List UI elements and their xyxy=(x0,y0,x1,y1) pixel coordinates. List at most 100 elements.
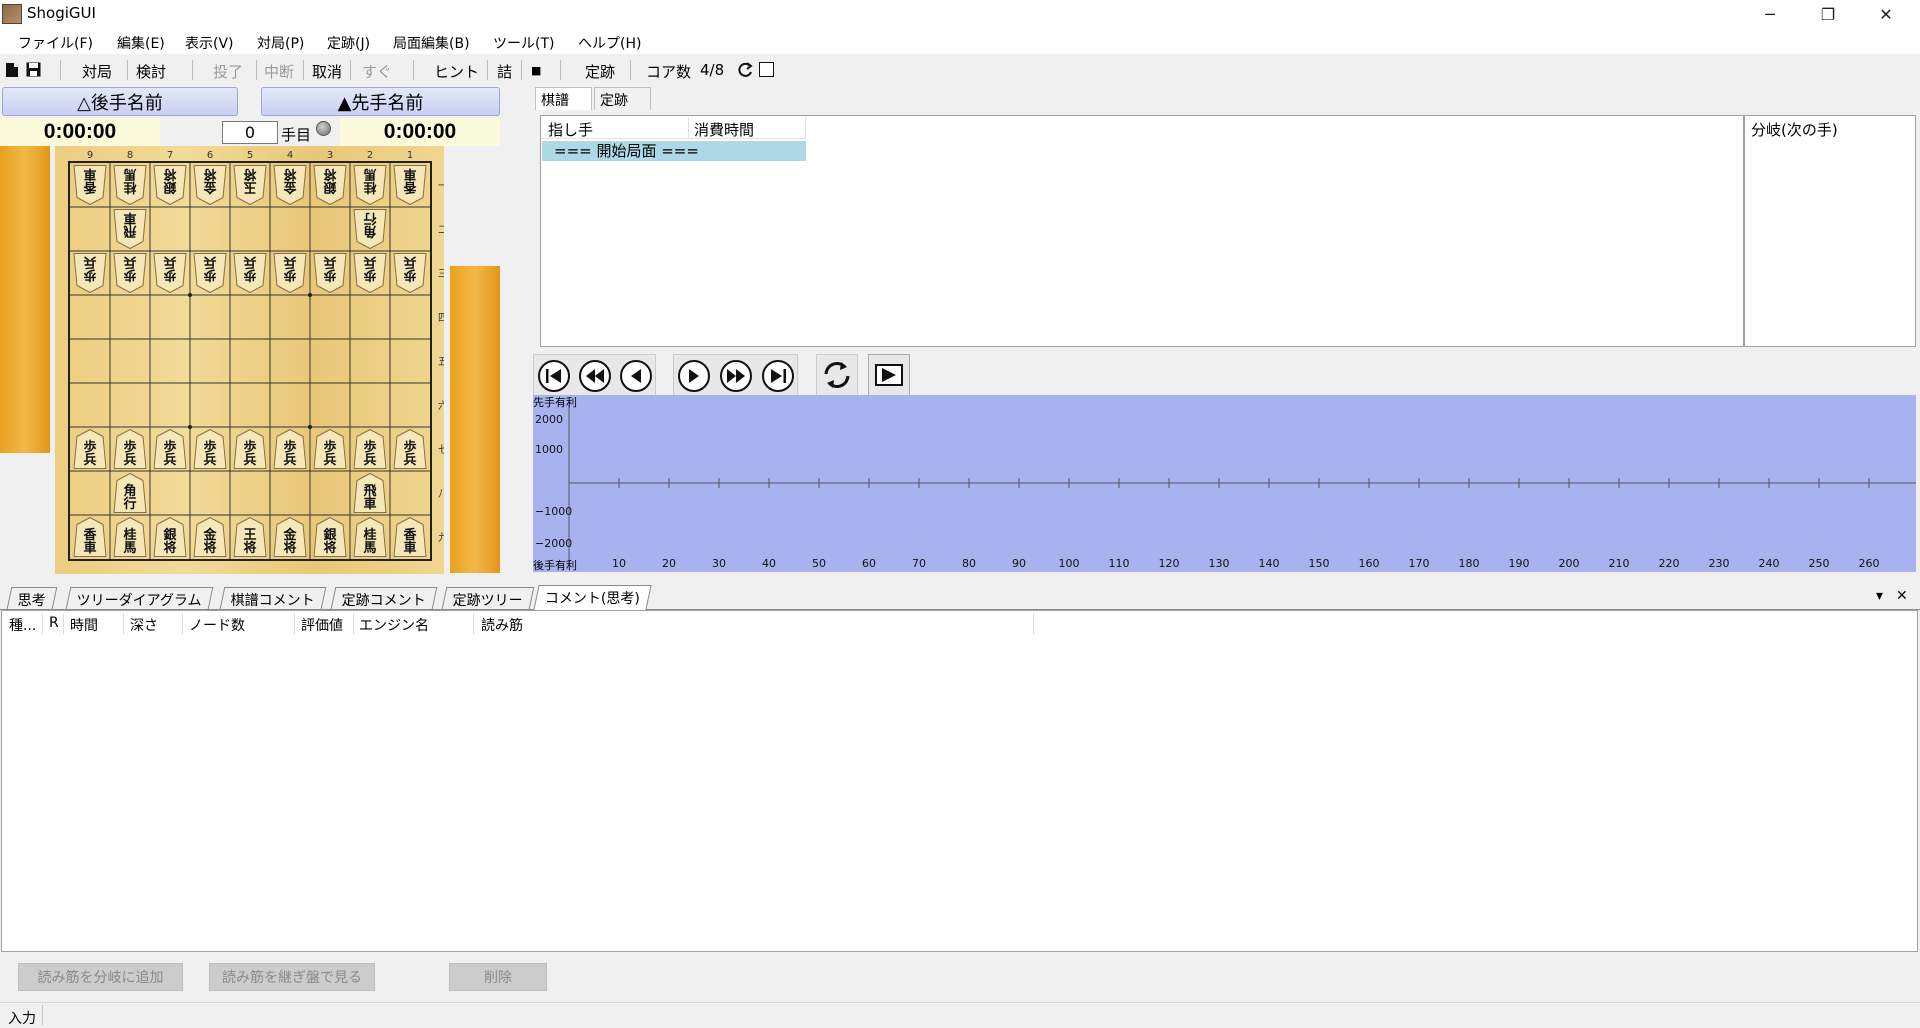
shogi-piece[interactable]: 歩兵 xyxy=(233,253,267,294)
shogi-piece[interactable]: 金将 xyxy=(193,516,227,557)
flip-board-button[interactable] xyxy=(816,354,858,396)
shogi-piece[interactable]: 金将 xyxy=(273,516,307,557)
maximize-button[interactable]: ❐ xyxy=(1799,0,1857,28)
menu-game[interactable]: 対局(P) xyxy=(257,33,304,53)
move-number-input[interactable]: 0 xyxy=(222,121,278,144)
back-many-button[interactable] xyxy=(575,356,613,394)
tab-thinking[interactable]: 思考 xyxy=(6,587,58,609)
first-move-button[interactable] xyxy=(534,356,572,394)
shogi-piece[interactable]: 飛車 xyxy=(353,472,387,513)
panel-dropdown-icon[interactable]: ▾ xyxy=(1876,588,1883,604)
shogi-piece[interactable]: 王将 xyxy=(233,516,267,557)
move-now-button[interactable]: すぐ xyxy=(362,61,392,82)
col-rank[interactable]: R xyxy=(49,615,59,631)
shogi-piece[interactable]: 歩兵 xyxy=(313,253,347,294)
menu-view[interactable]: 表示(V) xyxy=(185,33,234,53)
col-engine[interactable]: エンジン名 xyxy=(359,615,429,635)
col-time-think[interactable]: 時間 xyxy=(70,615,98,635)
shogi-piece[interactable]: 歩兵 xyxy=(73,428,107,469)
shogi-piece[interactable]: 桂馬 xyxy=(113,165,147,206)
shogi-piece[interactable]: 銀将 xyxy=(313,516,347,557)
menu-joseki[interactable]: 定跡(J) xyxy=(327,33,370,53)
shogi-piece[interactable]: 銀将 xyxy=(313,165,347,206)
shogi-piece[interactable]: 香車 xyxy=(73,165,107,206)
stop-button[interactable]: ■ xyxy=(531,64,541,77)
sente-piece-stand[interactable] xyxy=(450,266,500,573)
forward-button[interactable] xyxy=(674,356,712,394)
kento-button[interactable]: 検討 xyxy=(136,61,166,82)
shogi-piece[interactable]: 玉将 xyxy=(233,165,267,206)
shogi-piece[interactable]: 桂馬 xyxy=(353,516,387,557)
shogi-piece[interactable]: 歩兵 xyxy=(233,428,267,469)
shogi-piece[interactable]: 歩兵 xyxy=(153,253,187,294)
tab-joseki-tree[interactable]: 定跡ツリー xyxy=(441,587,535,609)
col-nodes[interactable]: ノード数 xyxy=(189,615,245,635)
gote-piece-stand[interactable] xyxy=(0,146,50,453)
checkbox-toggle[interactable] xyxy=(759,62,774,77)
shogi-piece[interactable]: 歩兵 xyxy=(313,428,347,469)
shogi-piece[interactable]: 香車 xyxy=(73,516,107,557)
shogi-piece[interactable]: 飛車 xyxy=(113,209,147,250)
menu-help[interactable]: ヘルプ(H) xyxy=(578,33,641,53)
menu-tools[interactable]: ツール(T) xyxy=(493,33,554,53)
undo-button[interactable]: 取消 xyxy=(312,61,342,82)
shogi-piece[interactable]: 歩兵 xyxy=(393,253,427,294)
col-pv[interactable]: 読み筋 xyxy=(481,615,523,635)
shogi-piece[interactable]: 歩兵 xyxy=(153,428,187,469)
autoplay-button[interactable] xyxy=(868,354,910,396)
joseki-button[interactable]: 定跡 xyxy=(585,61,615,82)
shogi-piece[interactable]: 銀将 xyxy=(153,516,187,557)
kifu-row-start[interactable]: === 開始局面 === xyxy=(542,141,806,161)
forward-many-button[interactable] xyxy=(716,356,754,394)
shogi-piece[interactable]: 歩兵 xyxy=(73,253,107,294)
col-depth[interactable]: 深さ xyxy=(130,615,158,635)
shogi-piece[interactable]: 歩兵 xyxy=(353,253,387,294)
shogi-piece[interactable]: 香車 xyxy=(393,516,427,557)
col-type[interactable]: 種... xyxy=(9,615,36,635)
hint-button[interactable]: ヒント xyxy=(434,61,479,82)
shogi-piece[interactable]: 角行 xyxy=(113,472,147,513)
refresh-icon[interactable] xyxy=(736,61,754,79)
view-pv-board-button[interactable]: 読み筋を継ぎ盤で見る xyxy=(209,963,375,991)
taikyoku-button[interactable]: 対局 xyxy=(82,61,112,82)
tab-comment-thinking[interactable]: コメント(思考) xyxy=(533,585,652,610)
last-move-button[interactable] xyxy=(758,356,796,394)
col-eval[interactable]: 評価値 xyxy=(301,615,343,635)
back-button[interactable] xyxy=(616,356,654,394)
panel-close-icon[interactable]: ✕ xyxy=(1896,588,1908,604)
minimize-button[interactable]: ─ xyxy=(1741,0,1799,28)
tsume-button[interactable]: 詰 xyxy=(497,61,512,82)
shogi-piece[interactable]: 歩兵 xyxy=(113,253,147,294)
shogi-piece[interactable]: 桂馬 xyxy=(113,516,147,557)
shogi-piece[interactable]: 歩兵 xyxy=(113,428,147,469)
shogi-piece[interactable]: 香車 xyxy=(393,165,427,206)
delete-button[interactable]: 削除 xyxy=(449,963,547,991)
menu-board-edit[interactable]: 局面編集(B) xyxy=(393,33,470,53)
shogi-piece[interactable]: 歩兵 xyxy=(273,428,307,469)
menu-file[interactable]: ファイル(F) xyxy=(18,33,93,53)
col-time[interactable]: 消費時間 xyxy=(694,119,754,140)
new-file-icon[interactable] xyxy=(5,62,19,78)
shogi-piece[interactable]: 角行 xyxy=(353,209,387,250)
shogi-piece[interactable]: 歩兵 xyxy=(353,428,387,469)
shogi-piece[interactable]: 歩兵 xyxy=(193,428,227,469)
shogi-piece[interactable]: 歩兵 xyxy=(393,428,427,469)
save-icon[interactable] xyxy=(26,62,41,77)
tab-joseki-comment[interactable]: 定跡コメント xyxy=(330,587,438,609)
tab-joseki[interactable]: 定跡 xyxy=(594,87,651,110)
interrupt-button[interactable]: 中断 xyxy=(264,61,294,82)
shogi-piece[interactable]: 銀将 xyxy=(153,165,187,206)
shogi-piece[interactable]: 歩兵 xyxy=(273,253,307,294)
shogi-piece[interactable]: 金将 xyxy=(193,165,227,206)
shogi-piece[interactable]: 桂馬 xyxy=(353,165,387,206)
tab-kifu[interactable]: 棋譜 xyxy=(535,87,592,110)
resign-button[interactable]: 投了 xyxy=(213,61,243,82)
tab-kifu-comment[interactable]: 棋譜コメント xyxy=(219,587,327,609)
tab-tree-diagram[interactable]: ツリーダイアグラム xyxy=(65,587,214,609)
menu-edit[interactable]: 編集(E) xyxy=(117,33,165,53)
col-move[interactable]: 指し手 xyxy=(548,119,593,140)
close-button[interactable]: ✕ xyxy=(1857,0,1915,28)
add-pv-to-branch-button[interactable]: 読み筋を分岐に追加 xyxy=(18,963,183,991)
board-grid[interactable]: 9 8 7 6 5 4 3 2 1一二三四五六七八九香車歩兵歩兵香車桂馬歩兵歩兵桂馬銀将歩兵歩兵… xyxy=(55,146,444,574)
shogi-piece[interactable]: 歩兵 xyxy=(193,253,227,294)
